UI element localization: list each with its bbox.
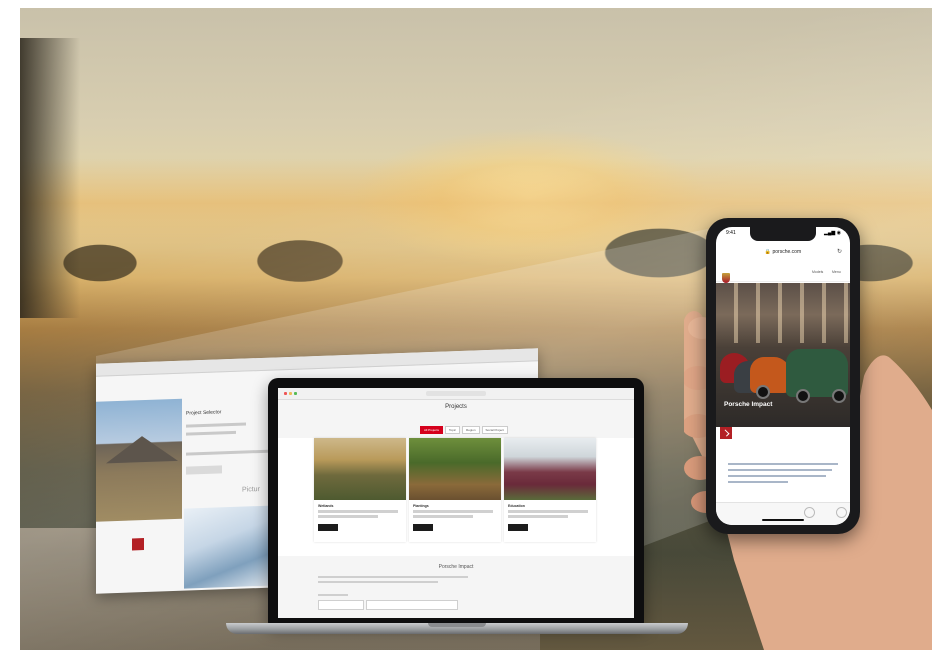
text-line bbox=[728, 481, 788, 483]
phone-screen: 9:41 ▂▄▆ ◉ 🔒 porsche.com ↻ Models Menu P… bbox=[716, 227, 850, 525]
text-line bbox=[728, 463, 838, 465]
status-time: 9:41 bbox=[726, 230, 736, 236]
card-text-line bbox=[413, 510, 493, 513]
snow-photo bbox=[184, 505, 274, 589]
mountain-photo bbox=[96, 398, 182, 522]
wheel bbox=[756, 385, 770, 399]
read-more-button[interactable] bbox=[508, 524, 528, 531]
form-input[interactable] bbox=[366, 600, 458, 610]
garage-arches bbox=[716, 283, 850, 343]
nav-item-models[interactable]: Models bbox=[812, 270, 823, 274]
card-title: Education bbox=[508, 504, 525, 508]
address-bar[interactable] bbox=[426, 391, 486, 396]
card-title: Plantings bbox=[413, 504, 429, 508]
read-more-button[interactable] bbox=[413, 524, 433, 531]
phone-bottom-bar bbox=[716, 502, 850, 525]
read-more-button[interactable] bbox=[318, 524, 338, 531]
hero-cars-photo: Porsche Impact bbox=[716, 283, 850, 427]
tab-region[interactable]: Region bbox=[462, 426, 480, 434]
section-subtitle: Pictur bbox=[242, 485, 260, 494]
share-icon[interactable] bbox=[836, 507, 847, 518]
wheel bbox=[796, 389, 810, 403]
accent-square bbox=[132, 538, 144, 551]
marketing-scene: Project Selector Pictur Projects All Pro… bbox=[0, 0, 932, 650]
field-label bbox=[318, 594, 348, 596]
laptop-opening-notch bbox=[428, 623, 486, 627]
tab-social-project[interactable]: Social Project bbox=[481, 426, 508, 434]
wetlands-photo bbox=[314, 438, 406, 500]
plantings-photo bbox=[409, 438, 501, 500]
card-text-line bbox=[508, 515, 568, 518]
phone-url-bar[interactable]: 🔒 porsche.com bbox=[716, 249, 850, 255]
project-cards: Wetlands Plantings Education bbox=[314, 438, 596, 542]
project-card[interactable]: Education bbox=[504, 438, 596, 542]
card-text-line bbox=[413, 515, 473, 518]
nav-item-menu[interactable]: Menu bbox=[832, 270, 841, 274]
browser-bar bbox=[278, 388, 634, 400]
tab-all-projects[interactable]: All Projects bbox=[420, 426, 444, 434]
reload-icon[interactable]: ↻ bbox=[837, 248, 842, 255]
impact-section-title: Porsche Impact bbox=[438, 564, 474, 570]
text-line bbox=[186, 430, 236, 436]
card-text-line bbox=[318, 515, 378, 518]
phone-site-nav bbox=[716, 261, 850, 282]
text-line bbox=[318, 576, 468, 578]
wheel bbox=[832, 389, 846, 403]
education-photo bbox=[504, 438, 596, 500]
card-title: Wetlands bbox=[318, 504, 334, 508]
home-indicator[interactable] bbox=[762, 519, 804, 521]
form-input[interactable] bbox=[318, 600, 364, 610]
project-card[interactable]: Plantings bbox=[409, 438, 501, 542]
hero-title: Porsche Impact bbox=[724, 401, 773, 408]
info-icon[interactable] bbox=[804, 507, 815, 518]
text-line bbox=[186, 422, 246, 428]
expand-button[interactable] bbox=[720, 427, 732, 439]
button-placeholder bbox=[186, 465, 222, 475]
text-line bbox=[728, 469, 832, 471]
tab-topic[interactable]: Topic bbox=[445, 426, 461, 434]
project-card[interactable]: Wetlands bbox=[314, 438, 406, 542]
brand-crest-icon[interactable] bbox=[722, 273, 730, 283]
text-line bbox=[318, 581, 438, 583]
phone-notch bbox=[750, 227, 816, 241]
text-line bbox=[728, 475, 826, 477]
filter-tabs: All Projects Topic Region Social Project bbox=[420, 426, 508, 434]
window-controls[interactable] bbox=[284, 392, 298, 395]
page-title: Projects bbox=[445, 404, 467, 410]
status-icons: ▂▄▆ ◉ bbox=[824, 230, 841, 236]
page-header: Projects All Projects Topic Region Socia… bbox=[278, 400, 634, 438]
impact-section: Porsche Impact bbox=[278, 556, 634, 618]
card-text-line bbox=[318, 510, 398, 513]
card-text-line bbox=[508, 510, 588, 513]
laptop-screen: Projects All Projects Topic Region Socia… bbox=[278, 388, 634, 618]
project-selector-title: Project Selector bbox=[186, 409, 222, 417]
